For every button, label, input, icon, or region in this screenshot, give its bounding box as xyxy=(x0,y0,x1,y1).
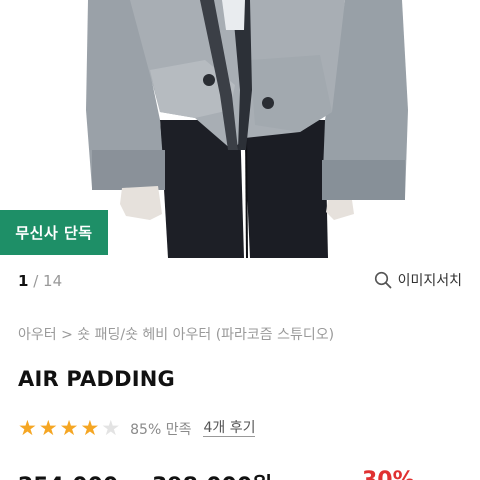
star-filled-icon: ★ xyxy=(59,416,79,440)
image-search-button[interactable]: 이미지서치 xyxy=(374,270,462,290)
pager-total: 14 xyxy=(43,272,63,290)
breadcrumb[interactable]: 아우터 > 숏 패딩/숏 헤비 아우터 (파라코즘 스튜디오) xyxy=(18,324,334,344)
breadcrumb-text[interactable]: 아우터 > 숏 패딩/숏 헤비 아우터 (파라코즘 스튜디오) xyxy=(18,327,334,343)
star-rating: ★ ★ ★ ★ ★ xyxy=(18,418,120,439)
pager-current: 1 xyxy=(18,272,29,290)
star-filled-icon: ★ xyxy=(18,416,37,440)
star-filled-icon: ★ xyxy=(80,416,100,440)
image-pager: 1 / 14 xyxy=(18,272,62,290)
rating-row: ★ ★ ★ ★ ★ 85% 만족 4개 후기 xyxy=(18,418,256,439)
pager-separator: / xyxy=(28,272,44,290)
search-icon xyxy=(374,271,391,289)
star-empty-icon: ★ xyxy=(101,416,121,440)
reviews-link[interactable]: 4개 후기 xyxy=(203,420,256,437)
exclusive-badge: 무신사 단독 xyxy=(0,210,108,255)
star-filled-icon: ★ xyxy=(38,416,58,440)
satisfaction-rate: 85% 만족 xyxy=(130,421,192,438)
product-title: AIR PADDING xyxy=(18,367,175,391)
image-search-label: 이미지서치 xyxy=(397,273,462,289)
discount-rate: 30% xyxy=(362,468,415,480)
exclusive-badge-label: 무신사 단독 xyxy=(15,224,93,242)
